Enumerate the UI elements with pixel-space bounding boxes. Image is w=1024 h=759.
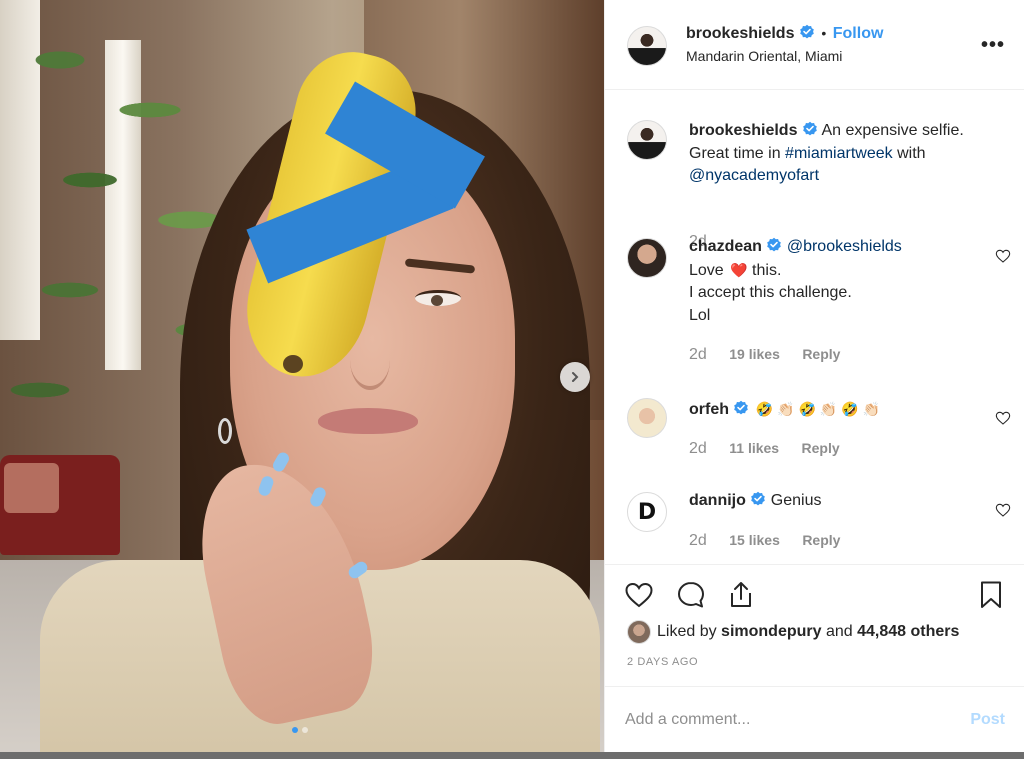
comment-mention-link[interactable]: @brookeshields <box>787 238 902 255</box>
comment-line-3: Lol <box>689 306 711 324</box>
more-options-button[interactable]: ••• <box>981 34 1005 57</box>
comment-likes[interactable]: 15 likes <box>729 532 780 548</box>
dannijo-logo: D <box>637 499 657 525</box>
commenter-username[interactable]: dannijo <box>689 492 746 509</box>
red-heart-emoji: ❤️ <box>730 261 748 278</box>
comment-likes[interactable]: 11 likes <box>729 440 779 456</box>
share-upload-icon[interactable] <box>725 579 757 611</box>
liker-avatar[interactable] <box>627 620 651 644</box>
window-bottom-edge <box>0 752 1024 759</box>
comment-time[interactable]: 2d <box>689 440 707 457</box>
post-details-panel: brookeshields • Follow Mandarin Oriental… <box>604 0 1024 752</box>
verified-badge-icon <box>751 491 766 506</box>
photo-subject-eye <box>415 290 461 306</box>
like-heart-icon[interactable] <box>623 579 655 611</box>
verified-badge-icon <box>803 121 817 136</box>
photo-background-chair <box>0 455 120 555</box>
author-avatar[interactable] <box>627 26 667 66</box>
author-line: brookeshields • Follow <box>686 24 883 43</box>
comment-line-1-pre: Love <box>689 261 724 279</box>
reply-button[interactable]: Reply <box>802 346 840 362</box>
bookmark-save-icon[interactable] <box>975 579 1007 611</box>
comment-text: orfeh 🤣 👏🏻 🤣 👏🏻 🤣 👏🏻 <box>689 398 989 422</box>
likes-and: and <box>825 623 853 640</box>
post-timestamp[interactable]: 2 DAYS AGO <box>627 656 698 668</box>
likes-prefix: Liked by <box>657 623 717 640</box>
next-slide-button[interactable] <box>560 362 590 392</box>
comment-meta: 2d 19 likes Reply <box>689 346 858 364</box>
caption-username[interactable]: brookeshields <box>689 122 797 139</box>
commenter-avatar[interactable]: D <box>627 492 667 532</box>
comment-text: chazdean @brookeshields Love ❤️ this. I … <box>689 236 989 327</box>
commenter-avatar[interactable] <box>627 238 667 278</box>
verified-badge-icon <box>767 237 782 252</box>
comment-line-2: I accept this challenge. <box>689 284 852 301</box>
comment-input[interactable] <box>625 705 945 735</box>
post-location[interactable]: Mandarin Oriental, Miami <box>686 48 842 64</box>
comment-body: Genius <box>770 492 822 509</box>
verified-badge-icon <box>734 400 749 415</box>
like-comment-heart-icon[interactable] <box>995 248 1011 264</box>
comments-list[interactable]: brookeshields An expensive selfie. Great… <box>605 90 1024 564</box>
reply-button[interactable]: Reply <box>802 440 840 456</box>
caption-part-3: with <box>897 144 926 162</box>
commenter-username[interactable]: chazdean <box>689 238 762 255</box>
liker-username[interactable]: simondepury <box>721 623 821 641</box>
comment-meta: 2d 11 likes Reply <box>689 440 858 458</box>
comment-likes[interactable]: 19 likes <box>729 346 780 362</box>
carousel-dot <box>302 727 308 733</box>
photo-subject-earring <box>218 418 232 444</box>
post-comment-button[interactable]: Post <box>970 711 1005 729</box>
comment-emojis: 🤣 👏🏻 🤣 👏🏻 🤣 👏🏻 <box>755 401 880 417</box>
caption-avatar[interactable] <box>627 120 667 160</box>
follow-button[interactable]: Follow <box>833 25 884 42</box>
header-separator: • <box>821 25 827 41</box>
comment-text: dannijo Genius <box>689 490 989 513</box>
caption: brookeshields An expensive selfie. Great… <box>605 116 1024 250</box>
carousel-indicator <box>292 727 308 733</box>
commenter-username[interactable]: orfeh <box>689 401 729 418</box>
add-comment-bar: Post <box>605 686 1024 752</box>
verified-badge-icon <box>800 24 814 39</box>
carousel-dot-active <box>292 727 298 733</box>
caption-part-1: An expensive selfie. <box>821 122 964 139</box>
like-comment-heart-icon[interactable] <box>995 410 1011 426</box>
caption-text: brookeshields An expensive selfie. Great… <box>689 120 989 188</box>
comment-time[interactable]: 2d <box>689 346 707 363</box>
likes-summary: Liked by simondepury and 44,848 others <box>627 620 959 644</box>
commenter-avatar[interactable] <box>627 398 667 438</box>
author-username[interactable]: brookeshields <box>686 25 794 42</box>
comment-bubble-icon[interactable] <box>675 579 707 611</box>
comment-meta: 2d 15 likes Reply <box>689 532 858 550</box>
post-photo[interactable] <box>0 0 604 752</box>
caption-hashtag-link[interactable]: #miamiartweek <box>785 145 893 162</box>
caption-mention-link[interactable]: @nyacademyofart <box>689 167 819 184</box>
like-comment-heart-icon[interactable] <box>995 502 1011 518</box>
reply-button[interactable]: Reply <box>802 532 840 548</box>
caption-part-2: Great time in <box>689 144 781 162</box>
comment-line-1-post: this. <box>752 261 782 279</box>
photo-banana-tip <box>283 355 303 373</box>
photo-subject-lips <box>318 408 418 434</box>
chevron-right-icon <box>572 372 579 382</box>
likes-others-count[interactable]: 44,848 others <box>857 623 959 641</box>
post-header: brookeshields • Follow Mandarin Oriental… <box>605 0 1024 90</box>
comment-time[interactable]: 2d <box>689 532 707 549</box>
